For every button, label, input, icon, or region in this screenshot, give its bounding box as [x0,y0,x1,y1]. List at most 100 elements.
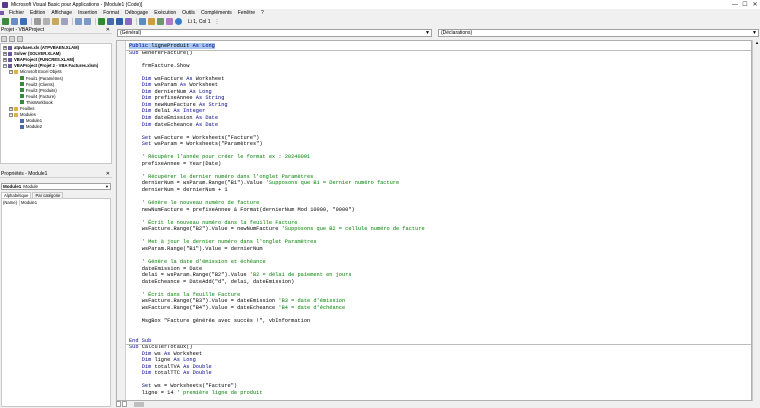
vba-menu-icon[interactable] [0,11,4,15]
expand-icon[interactable]: + [3,45,7,50]
tree-item-label: Module2 [26,124,43,130]
menu-item[interactable]: Fenêtre [235,10,258,16]
maximize-button[interactable]: ☐ [740,0,750,9]
tree-node-icon [14,106,18,111]
procedure-separator [126,344,751,346]
design-mode-icon[interactable] [125,18,132,25]
copy-icon[interactable] [43,18,50,25]
save-icon[interactable] [20,18,27,25]
stop-icon[interactable] [116,18,123,25]
menu-item[interactable]: Format [100,10,122,16]
procedure-view-button[interactable] [116,401,121,407]
tree-item[interactable]: ThisWorkbook [15,100,53,105]
project-explorer-icon[interactable] [139,18,146,25]
run-icon[interactable] [98,18,105,25]
view-object-icon[interactable] [9,36,15,42]
procedure-combo-value: (Déclarations) [441,30,473,36]
redo-icon[interactable] [84,18,91,25]
full-module-view-button[interactable] [122,401,127,407]
menu-item[interactable]: Débogage [122,10,151,16]
scrollbar-thumb[interactable] [134,402,144,407]
title-bar: Microsoft Visual Basic pour Applications… [0,0,760,9]
tree-node-icon [20,124,24,129]
view-code-icon[interactable] [1,36,7,42]
tree-item[interactable]: Feuil2 (Clients) [15,82,54,87]
paste-icon[interactable] [52,18,59,25]
expand-icon[interactable]: + [3,51,7,56]
pause-icon[interactable] [107,18,114,25]
code-lines: Public ligneProduit As Long Sub GenererFa… [129,43,425,400]
undo-icon[interactable] [75,18,82,25]
help-icon[interactable] [175,18,182,25]
toolbar-separator [31,18,32,25]
tree-node-icon [20,118,24,123]
tree-item-label: VBAProject (FUNCRES.XLAM) [14,57,75,63]
toggle-folders-icon[interactable] [17,36,23,42]
collapse-icon[interactable]: − [9,69,13,74]
tree-item[interactable]: Feuil4 (Facture) [15,94,56,99]
close-button[interactable]: ✕ [750,0,760,9]
procedure-separator [126,49,751,51]
tree-item[interactable]: Module1 [15,118,42,123]
expand-icon[interactable]: + [9,106,13,111]
tree-item[interactable]: − Modules [9,112,36,117]
menu-item[interactable]: Exécution [151,10,179,16]
project-pane-title-text: Projet - VBAProject [1,27,45,33]
view-buttons [116,401,128,408]
breakpoint-margin[interactable] [117,41,126,400]
properties-object-select[interactable]: Module1 Module ▼ [1,183,111,190]
property-value[interactable]: Module1 [20,200,37,206]
chevron-down-icon[interactable]: ▼ [104,184,110,189]
tree-item[interactable]: − Microsoft Excel Objets [9,69,62,74]
menu-bar: Fichier Edition Affichage Insertion Format Dé… [0,9,760,17]
menu-item[interactable]: ? [258,10,267,16]
scroll-up-icon[interactable]: ▲ [753,40,760,47]
tree-item-label: Feuil2 (Clients) [26,81,55,87]
menu-item[interactable]: Insertion [75,10,100,16]
standard-toolbar: Li 1, Col 1 ⋮ [0,17,760,26]
expand-icon[interactable]: + [3,57,7,62]
properties-pane-title-text: Propriétés - Module1 [1,171,48,177]
horizontal-scrollbar[interactable] [128,401,752,408]
property-row[interactable]: (Name) Module1 [2,200,110,206]
project-pane-close-icon[interactable]: ✕ [106,27,110,33]
chevron-down-icon[interactable]: ▼ [424,30,431,36]
tree-item[interactable]: + Feuilles [9,106,34,111]
tree-item[interactable]: + VBAProject (FUNCRES.XLAM) [3,57,74,62]
tree-item[interactable]: + atpvbaen.xls (ATPVBAEN.XLAM) [3,45,79,50]
tree-item[interactable]: Feuil3 (Produits) [15,88,57,93]
tree-node-icon [20,100,24,105]
tree-node-icon [8,57,12,62]
toolbox-icon[interactable] [166,18,173,25]
project-pane-title: Projet - VBAProject ✕ [0,27,112,34]
menu-item[interactable]: Outils [179,10,198,16]
properties-window: Propriétés - Module1 ✕ Module1 Module ▼ … [0,171,112,408]
menu-item[interactable]: Fichier [6,10,27,16]
find-icon[interactable] [61,18,68,25]
code-window: (Général) ▼ (Déclarations) ▼ Public lign… [116,27,760,408]
tree-node-icon [8,51,12,56]
tree-item[interactable]: Module2 [15,124,42,129]
cut-icon[interactable] [34,18,41,25]
vertical-scrollbar[interactable]: ▲ [752,40,760,401]
tree-item[interactable]: + Solver (SOLVER.XLAM) [3,51,61,56]
tree-item[interactable]: − VBAProject (Projet 2 - VBA Factures.xls… [3,63,98,68]
object-browser-icon[interactable] [157,18,164,25]
procedure-combo[interactable]: (Déclarations) ▼ [438,29,759,37]
collapse-icon[interactable]: − [9,112,13,117]
menu-item[interactable]: Affichage [48,10,75,16]
collapse-icon[interactable]: − [3,63,7,68]
toolbar-grip-icon[interactable]: ⋮ [215,19,220,25]
chevron-down-icon[interactable]: ▼ [751,30,758,36]
object-combo[interactable]: (Général) ▼ [117,29,432,37]
menu-item[interactable]: Compléments [198,10,235,16]
properties-pane-close-icon[interactable]: ✕ [106,171,110,177]
properties-object-type: Module [23,184,39,189]
insert-module-icon[interactable] [11,18,18,25]
code-editor[interactable]: Public ligneProduit As Long Sub GenererFa… [116,40,752,401]
menu-item[interactable]: Edition [27,10,48,16]
minimize-button[interactable]: — [730,0,740,9]
excel-view-icon[interactable] [2,18,9,25]
tree-item[interactable]: Feuil1 (Paramètres) [15,76,63,81]
properties-window-icon[interactable] [148,18,155,25]
